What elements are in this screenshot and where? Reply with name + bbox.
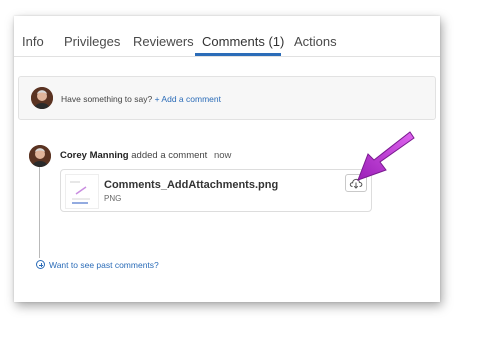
tab-comments[interactable]: Comments (1): [202, 34, 284, 49]
tab-privileges[interactable]: Privileges: [64, 34, 120, 49]
avatar: [29, 145, 51, 167]
comment-action: added a comment: [131, 150, 208, 161]
tab-info[interactable]: Info: [22, 34, 44, 49]
avatar: [31, 87, 53, 109]
plus-circle-icon: [36, 260, 45, 269]
tab-reviewers[interactable]: Reviewers: [133, 34, 194, 49]
thread-line: [39, 166, 40, 258]
attachment-file-name[interactable]: Comments_AddAttachments.png: [104, 179, 278, 191]
comment-author[interactable]: Corey Manning: [60, 150, 129, 161]
past-comments-text: Want to see past comments?: [49, 260, 159, 270]
comment-header: Corey Manning added a comment now: [60, 150, 231, 161]
attachment-card[interactable]: Comments_AddAttachments.png PNG: [60, 169, 372, 212]
tab-actions[interactable]: Actions: [294, 34, 337, 49]
add-comment-prompt-text: Have something to say?: [61, 94, 153, 104]
arrow-annotation-icon: [357, 131, 415, 181]
past-comments-link[interactable]: Want to see past comments?: [36, 260, 159, 270]
tab-bar: Info Privileges Reviewers Comments (1) A…: [14, 16, 440, 57]
active-tab-indicator: [195, 53, 281, 56]
attachment-file-type: PNG: [104, 194, 122, 203]
add-comment-link[interactable]: + Add a comment: [155, 94, 221, 104]
add-comment-box: Have something to say? + Add a comment: [18, 76, 436, 120]
attachment-thumbnail: [65, 174, 99, 209]
comment-time: now: [213, 150, 232, 161]
add-comment-prompt: Have something to say? + Add a comment: [61, 94, 221, 104]
